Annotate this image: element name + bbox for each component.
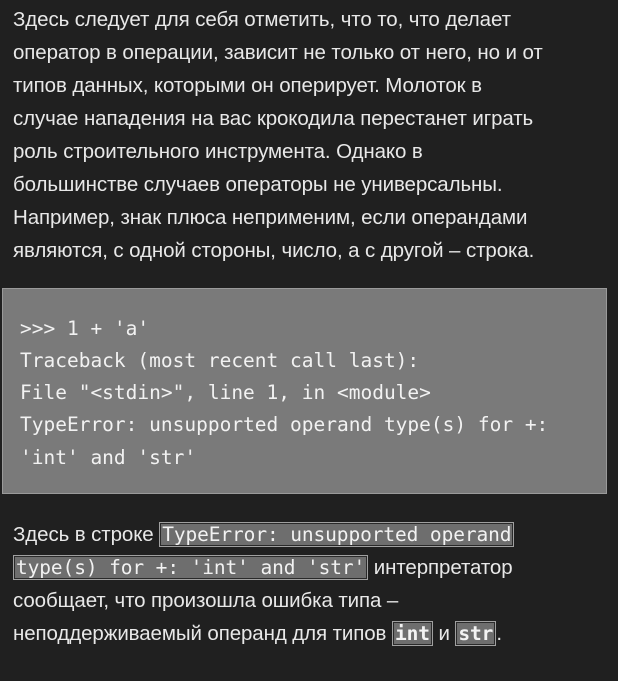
explanation-end: . [496, 622, 502, 645]
paragraph-line: оператор в операции, зависит не только о… [13, 41, 543, 64]
code-line: Traceback (most recent call last): [20, 349, 420, 372]
code-block[interactable]: >>> 1 + 'a' Traceback (most recent call … [2, 288, 607, 494]
paragraph-line: сообщает, что произошла ошибка типа – [13, 589, 399, 612]
code-line: 'int' and 'str' [20, 446, 197, 469]
explanation-after-code: интерпретатор [368, 556, 513, 579]
paragraph-line: типов данных, которыми он оперирует. Мол… [13, 74, 482, 97]
paragraph-line: неподдерживаемый операнд для типов int и… [13, 617, 608, 650]
explanation-paragraph: Здесь в строке TypeError: unsupported op… [13, 518, 608, 650]
paragraph-line: являются, с одной стороны, число, а с др… [13, 239, 535, 262]
paragraph-line: Здесь следует для себя отметить, что то,… [13, 8, 511, 31]
explanation-conjunction: и [432, 622, 456, 645]
code-line: File "<stdin>", line 1, in <module> [20, 381, 431, 404]
inline-code-int: int [391, 621, 433, 646]
explanation-line4-prefix: неподдерживаемый операнд для типов [13, 622, 392, 645]
inline-code-error-part1: TypeError: unsupported operand [159, 522, 515, 547]
code-line: TypeError: unsupported operand type(s) f… [20, 413, 549, 436]
code-line: >>> 1 + 'a' [20, 317, 150, 340]
paragraph-line: Здесь в строке TypeError: unsupported op… [13, 518, 608, 551]
intro-paragraph: Здесь следует для себя отметить, что то,… [13, 3, 608, 267]
article-content: Здесь следует для себя отметить, что то,… [0, 0, 618, 681]
paragraph-line: Например, знак плюса неприменим, если оп… [13, 206, 528, 229]
inline-code-error-part2: type(s) for +: 'int' and 'str' [13, 555, 369, 580]
paragraph-line: случае нападения на вас крокодила перест… [13, 107, 534, 130]
explanation-prefix: Здесь в строке [13, 523, 160, 546]
paragraph-line: большинстве случаев операторы не универс… [13, 173, 503, 196]
paragraph-line: type(s) for +: 'int' and 'str' интерпрет… [13, 551, 608, 584]
inline-code-str: str [455, 621, 497, 646]
paragraph-line: роль строительного инструмента. Однако в [13, 140, 423, 163]
